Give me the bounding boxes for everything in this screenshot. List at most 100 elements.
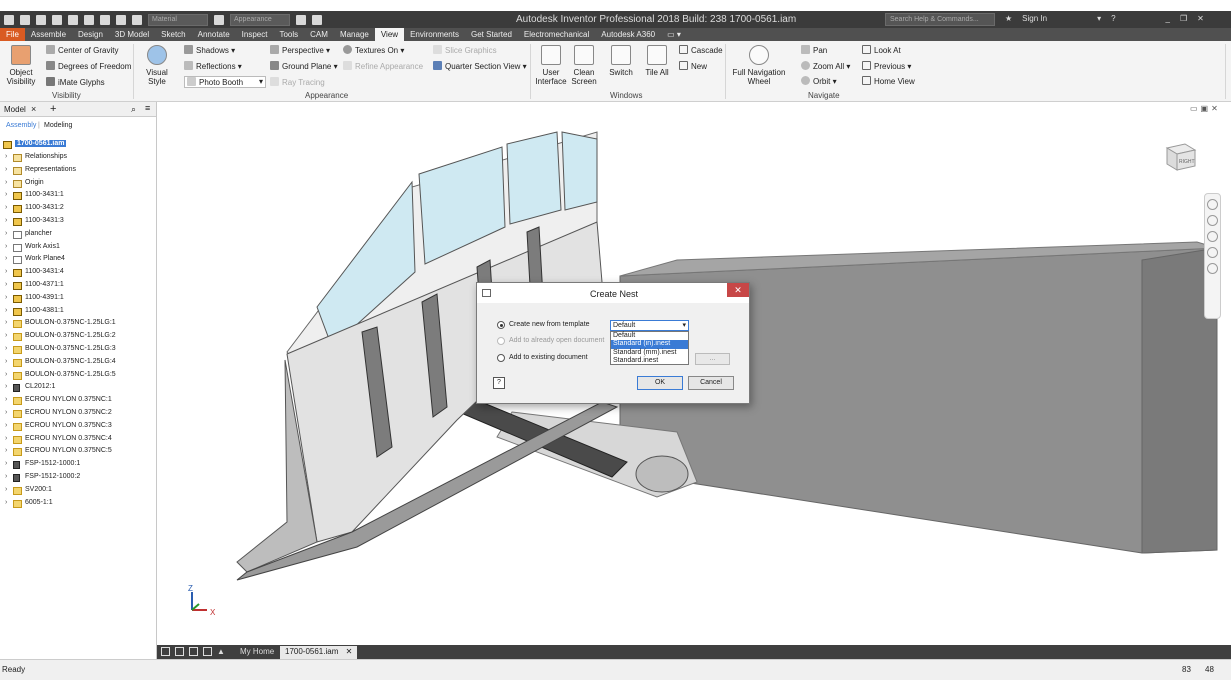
object-visibility-button[interactable]: Object Visibility [6,45,36,86]
tree-root[interactable]: 1700-0561.iam [0,139,156,152]
tree-node[interactable]: › 1100-3431:1 [0,190,156,203]
assembly-mode-link[interactable]: Assembly [6,122,36,129]
expand-arrow-icon[interactable]: › [5,217,7,224]
tab-menu-icon[interactable]: ▲ [217,647,225,656]
look-at-button[interactable]: Look At [862,45,901,55]
sign-in-link[interactable]: Sign In [1022,14,1047,23]
tree-node[interactable]: › FSP-1512-1000:1 [0,459,156,472]
expand-arrow-icon[interactable]: › [5,396,7,403]
close-tab-icon[interactable]: ✕ [346,647,353,656]
center-of-gravity-button[interactable]: Center of Gravity [46,45,118,55]
expand-arrow-icon[interactable]: › [5,230,7,237]
tab-cam[interactable]: CAM [304,28,334,41]
tree-node[interactable]: › BOULON-0.375NC-1.25LG:4 [0,357,156,370]
slice-graphics-button[interactable]: Slice Graphics [433,45,497,55]
switch-button[interactable]: Switch [606,45,636,77]
user-interface-button[interactable]: User Interface [535,45,567,86]
tab-assemble[interactable]: Assemble [25,28,72,41]
material-dropdown[interactable]: Material [148,13,208,26]
expand-arrow-icon[interactable]: › [5,191,7,198]
radio-open-document[interactable] [497,337,505,345]
expand-arrow-icon[interactable]: › [5,319,7,326]
cancel-button[interactable]: Cancel [688,376,734,390]
photo-booth-dropdown[interactable]: Photo Booth ▾ [184,76,266,88]
radio-existing-document[interactable] [497,354,505,362]
dropdown-option[interactable]: Standard (in).inest [611,340,688,349]
tree-node[interactable]: › Origin [0,178,156,191]
clear-appearance-icon[interactable] [296,14,306,25]
browse-button[interactable]: ... [695,353,730,365]
expand-arrow-icon[interactable]: › [5,409,7,416]
tree-node[interactable]: › ECROU NYLON 0.375NC:4 [0,434,156,447]
arrange-icon[interactable] [203,647,212,656]
expand-arrow-icon[interactable]: › [5,383,7,390]
expand-arrow-icon[interactable]: › [5,243,7,250]
help-icon[interactable]: ? [1111,14,1115,23]
help-button[interactable]: ? [493,377,505,389]
search-icon[interactable]: ⌕ [131,104,136,115]
tab-annotate[interactable]: Annotate [192,28,236,41]
tab-design[interactable]: Design [72,28,109,41]
tab-inspect[interactable]: Inspect [236,28,274,41]
view-cube[interactable]: RIGHT [1163,138,1199,174]
appearance-dropdown[interactable]: Appearance [230,13,290,26]
reflections-button[interactable]: Reflections ▾ [184,61,242,71]
full-navigation-wheel-button[interactable]: Full Navigation Wheel [730,45,788,86]
viewport-window-controls[interactable]: ▭▣✕ [1190,104,1221,113]
expand-arrow-icon[interactable]: › [5,268,7,275]
cascade-button[interactable]: Cascade [679,45,723,55]
ground-plane-button[interactable]: Ground Plane ▾ [270,61,338,71]
pan-button[interactable]: Pan [801,45,827,55]
tab-sketch[interactable]: Sketch [155,28,191,41]
home-icon[interactable] [100,14,110,25]
tab-electromechanical[interactable]: Electromechanical [518,28,595,41]
previous-view-button[interactable]: Previous ▾ [862,61,911,71]
tree-node[interactable]: › CL2012:1 [0,382,156,395]
modeling-mode-link[interactable]: Modeling [44,122,72,129]
tree-node[interactable]: › 1100-4391:1 [0,293,156,306]
tree-node[interactable]: › BOULON-0.375NC-1.25LG:3 [0,344,156,357]
expand-arrow-icon[interactable]: › [5,422,7,429]
tree-node[interactable]: › BOULON-0.375NC-1.25LG:5 [0,370,156,383]
imate-glyphs-button[interactable]: iMate Glyphs [46,77,105,87]
fx-icon[interactable] [312,14,322,25]
tile-vertical-icon[interactable] [189,647,198,656]
expand-arrow-icon[interactable]: › [5,460,7,467]
tree-node[interactable]: › plancher [0,229,156,242]
close-window-button[interactable]: ✕ [1197,14,1204,23]
tree-node[interactable]: › SV200:1 [0,485,156,498]
tab-manage[interactable]: Manage [334,28,375,41]
tree-node[interactable]: › 1100-4371:1 [0,280,156,293]
new-icon[interactable] [20,14,30,25]
tree-node[interactable]: › 1100-4381:1 [0,306,156,319]
tab-my-home[interactable]: My Home [235,646,279,659]
refine-appearance-button[interactable]: Refine Appearance [343,61,423,71]
tab-environments[interactable]: Environments [404,28,465,41]
dialog-close-button[interactable]: ✕ [727,283,749,297]
expand-arrow-icon[interactable]: › [5,371,7,378]
pan-icon[interactable] [1207,215,1218,226]
expand-arrow-icon[interactable]: › [5,358,7,365]
cascade-windows-icon[interactable] [161,647,170,656]
close-icon[interactable]: × [31,104,36,114]
expand-arrow-icon[interactable]: › [5,332,7,339]
expand-arrow-icon[interactable]: › [5,435,7,442]
tab-autodesk-a360[interactable]: Autodesk A360 [595,28,661,41]
orbit-button[interactable]: Orbit ▾ [801,76,837,86]
tab-3d-model[interactable]: 3D Model [109,28,155,41]
tab-get-started[interactable]: Get Started [465,28,518,41]
expand-arrow-icon[interactable]: › [5,166,7,173]
expand-arrow-icon[interactable]: › [5,499,7,506]
tree-node[interactable]: › Work Plane4 [0,254,156,267]
appearance-icon[interactable] [214,14,224,25]
shadows-button[interactable]: Shadows ▾ [184,45,235,55]
tile-horizontal-icon[interactable] [175,647,184,656]
select-icon[interactable] [116,14,126,25]
expand-arrow-icon[interactable]: › [5,345,7,352]
tree-node[interactable]: › Work Axis1 [0,242,156,255]
clean-screen-button[interactable]: Clean Screen [569,45,599,86]
tree-node[interactable]: › ECROU NYLON 0.375NC:2 [0,408,156,421]
tree-node[interactable]: › BOULON-0.375NC-1.25LG:2 [0,331,156,344]
expand-arrow-icon[interactable]: › [5,473,7,480]
ray-tracing-button[interactable]: Ray Tracing [270,77,325,87]
